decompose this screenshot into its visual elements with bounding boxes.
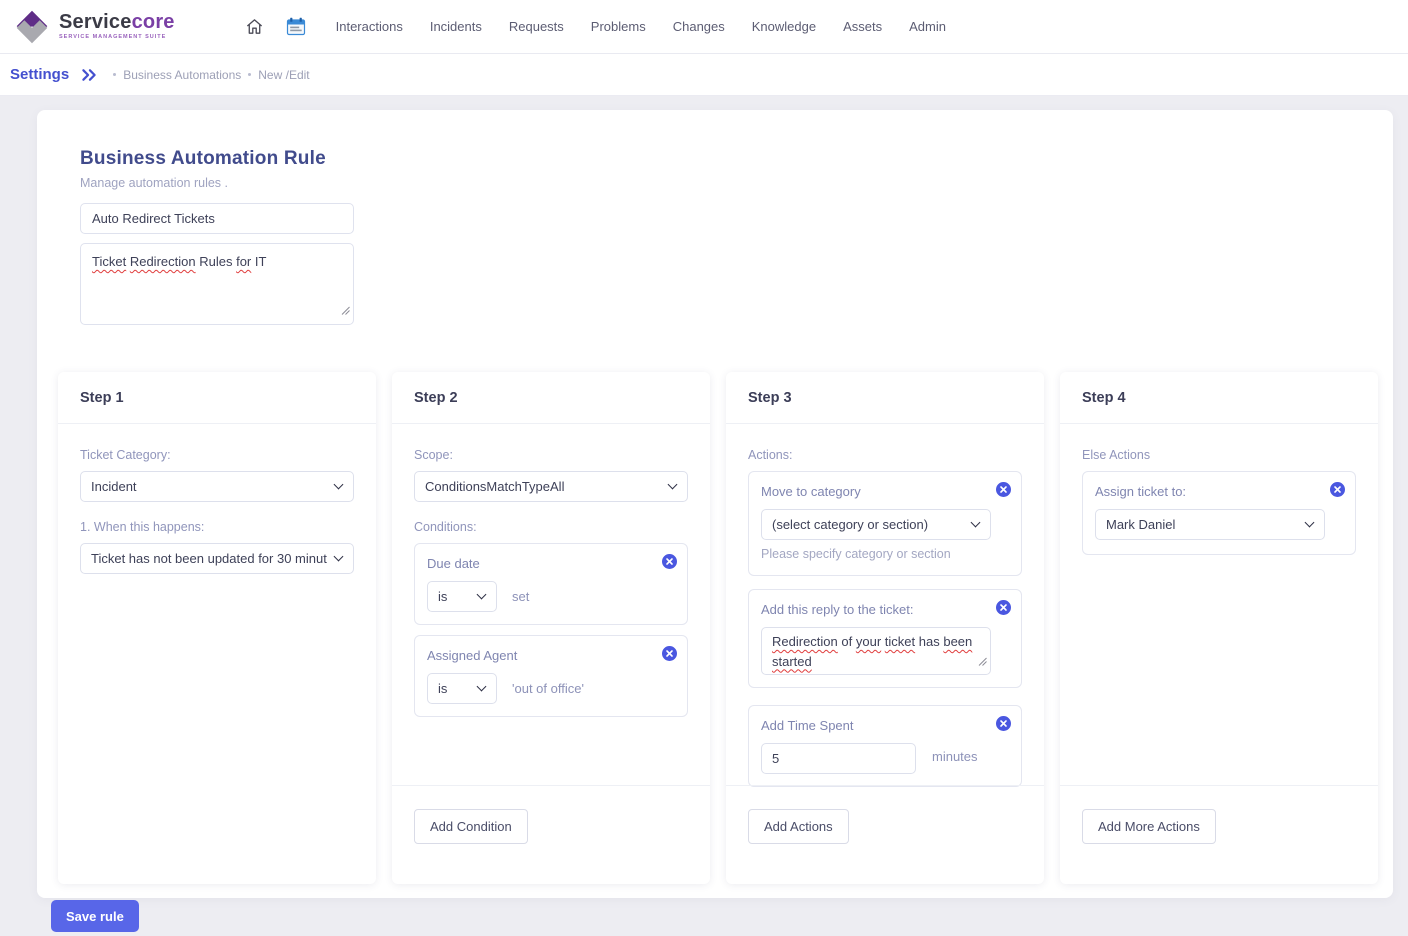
panel-divider bbox=[392, 785, 710, 786]
action-card-move-to-category: Move to category (select category or sec… bbox=[748, 471, 1022, 576]
condition-name: Due date bbox=[427, 556, 675, 571]
nav-item-interactions[interactable]: Interactions bbox=[336, 19, 403, 34]
step1-panel: Step 1 Ticket Category: Incident 1. When… bbox=[58, 372, 376, 884]
rule-description-text: Ticket Redirection Rules for IT bbox=[92, 254, 266, 269]
action-name: Move to category bbox=[761, 484, 1009, 499]
step2-panel: Step 2 Scope: ConditionsMatchTypeAll Con… bbox=[392, 372, 710, 884]
breadcrumb-page: New /Edit bbox=[258, 68, 309, 82]
nav-item-admin[interactable]: Admin bbox=[909, 19, 946, 34]
rule-name-input[interactable] bbox=[80, 203, 354, 234]
calendar-icon[interactable] bbox=[286, 17, 306, 36]
condition-operator-select[interactable]: is bbox=[427, 581, 497, 612]
else-actions-label: Else Actions bbox=[1082, 448, 1356, 462]
step3-panel: Step 3 Actions: Move to category (select… bbox=[726, 372, 1044, 884]
save-rule-button[interactable]: Save rule bbox=[51, 900, 139, 932]
condition-operand: 'out of office' bbox=[512, 681, 584, 696]
reply-text: Redirection of your ticket has been star… bbox=[772, 634, 972, 669]
condition-name: Assigned Agent bbox=[427, 648, 675, 663]
action-name: Add this reply to the ticket: bbox=[761, 602, 1009, 617]
time-unit-label: minutes bbox=[932, 749, 978, 764]
ticket-category-label: Ticket Category: bbox=[80, 448, 354, 462]
rule-description-textarea[interactable]: Ticket Redirection Rules for IT bbox=[80, 243, 354, 325]
ticket-category-select[interactable]: Incident bbox=[80, 471, 354, 502]
condition-operator-select[interactable]: is bbox=[427, 673, 497, 704]
action-card-add-reply: Add this reply to the ticket: Redirectio… bbox=[748, 589, 1022, 688]
step3-title: Step 3 bbox=[726, 372, 1044, 424]
top-navbar: Servicecore SERVICE MANAGEMENT SUITE bbox=[0, 0, 1408, 54]
nav-item-requests[interactable]: Requests bbox=[509, 19, 564, 34]
home-icon[interactable] bbox=[245, 17, 264, 36]
reply-textarea[interactable]: Redirection of your ticket has been star… bbox=[761, 627, 991, 675]
when-this-happens-select[interactable]: Ticket has not been updated for 30 minut… bbox=[80, 543, 354, 574]
app-root: Servicecore SERVICE MANAGEMENT SUITE bbox=[0, 0, 1408, 936]
step2-title: Step 2 bbox=[392, 372, 710, 424]
brand-logo[interactable]: Servicecore SERVICE MANAGEMENT SUITE bbox=[14, 9, 175, 45]
time-spent-input[interactable] bbox=[761, 743, 916, 774]
scope-select[interactable]: ConditionsMatchTypeAll bbox=[414, 471, 688, 502]
add-more-actions-button[interactable]: Add More Actions bbox=[1082, 809, 1216, 844]
conditions-label: Conditions: bbox=[414, 520, 688, 534]
step4-panel: Step 4 Else Actions Assign ticket to: Ma… bbox=[1060, 372, 1378, 884]
nav-item-changes[interactable]: Changes bbox=[673, 19, 725, 34]
condition-card: Assigned Agent is 'out of office' bbox=[414, 635, 688, 717]
add-condition-button[interactable]: Add Condition bbox=[414, 809, 528, 844]
close-circle-icon[interactable] bbox=[1330, 482, 1345, 497]
brand-tagline: SERVICE MANAGEMENT SUITE bbox=[59, 35, 175, 41]
resize-handle-icon[interactable] bbox=[978, 652, 987, 672]
add-actions-button[interactable]: Add Actions bbox=[748, 809, 849, 844]
nav-item-knowledge[interactable]: Knowledge bbox=[752, 19, 816, 34]
action-card-assign-ticket: Assign ticket to: Mark Daniel bbox=[1082, 471, 1356, 555]
brand-name: Servicecore bbox=[59, 11, 175, 33]
scope-label: Scope: bbox=[414, 448, 688, 462]
nav-item-problems[interactable]: Problems bbox=[591, 19, 646, 34]
resize-handle-icon[interactable] bbox=[341, 302, 350, 321]
double-chevron-icon bbox=[81, 68, 97, 82]
panel-divider bbox=[726, 785, 1044, 786]
action-card-add-time-spent: Add Time Spent minutes bbox=[748, 705, 1022, 787]
brand-logo-icon bbox=[14, 9, 50, 45]
nav-item-assets[interactable]: Assets bbox=[843, 19, 882, 34]
breadcrumb: Settings Business Automations New /Edit bbox=[0, 54, 1408, 96]
when-this-happens-label: 1. When this happens: bbox=[80, 520, 354, 534]
close-circle-icon[interactable] bbox=[996, 600, 1011, 615]
close-circle-icon[interactable] bbox=[662, 554, 677, 569]
page-title: Business Automation Rule bbox=[80, 148, 326, 170]
panel-divider bbox=[1060, 785, 1378, 786]
condition-operand: set bbox=[512, 589, 529, 604]
step1-title: Step 1 bbox=[58, 372, 376, 424]
breadcrumb-separator bbox=[113, 73, 116, 76]
close-circle-icon[interactable] bbox=[996, 716, 1011, 731]
step4-title: Step 4 bbox=[1060, 372, 1378, 424]
nav-item-incidents[interactable]: Incidents bbox=[430, 19, 482, 34]
breadcrumb-settings-link[interactable]: Settings bbox=[10, 66, 69, 83]
breadcrumb-separator bbox=[248, 73, 251, 76]
primary-nav: Interactions Incidents Requests Problems… bbox=[336, 19, 946, 34]
close-circle-icon[interactable] bbox=[996, 482, 1011, 497]
page-subtitle: Manage automation rules . bbox=[80, 176, 228, 190]
actions-label: Actions: bbox=[748, 448, 1022, 462]
condition-card: Due date is set bbox=[414, 543, 688, 625]
category-helper-text: Please specify category or section bbox=[761, 547, 1009, 561]
breadcrumb-section[interactable]: Business Automations bbox=[123, 68, 241, 82]
action-name: Add Time Spent bbox=[761, 718, 1009, 733]
category-select[interactable]: (select category or section) bbox=[761, 509, 991, 540]
action-name: Assign ticket to: bbox=[1095, 484, 1343, 499]
assign-ticket-select[interactable]: Mark Daniel bbox=[1095, 509, 1325, 540]
close-circle-icon[interactable] bbox=[662, 646, 677, 661]
